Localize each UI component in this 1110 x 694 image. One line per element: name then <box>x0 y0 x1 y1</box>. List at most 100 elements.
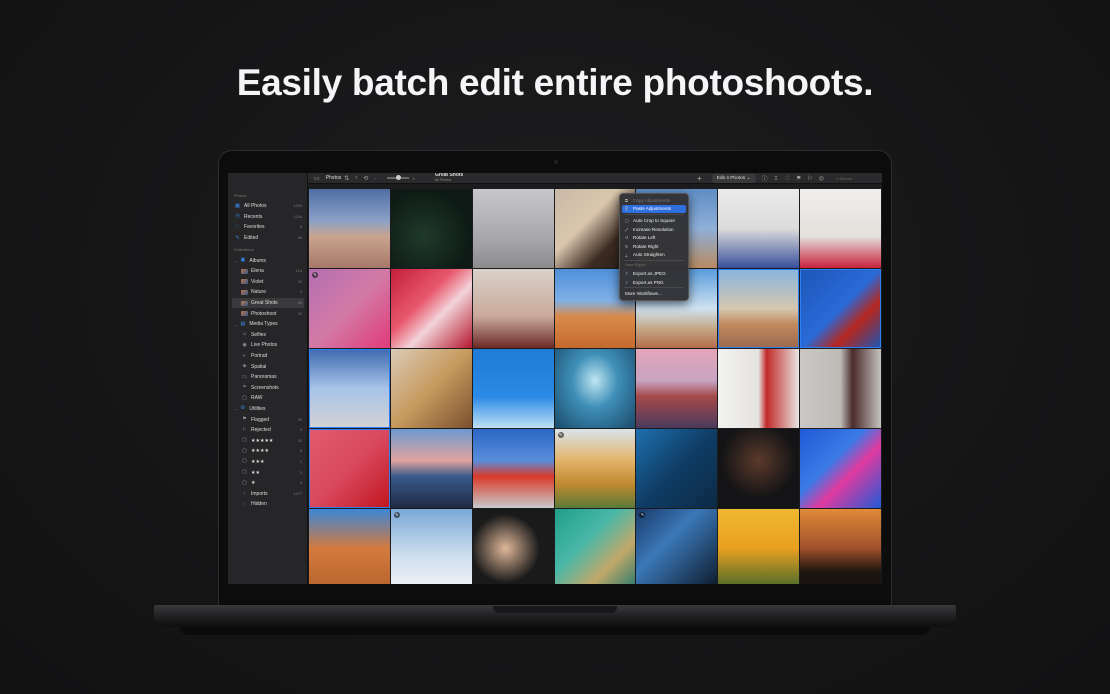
library-icon[interactable]: ▭ <box>314 175 320 182</box>
menu-item-export-as-jpeg[interactable]: ⇪ Export as JPEG <box>622 269 686 278</box>
menu-item-rotate-right[interactable]: ↻ Rotate Right <box>622 242 686 251</box>
sidebar-album-violet[interactable]: Violet 26 <box>232 277 304 288</box>
reject-flag-icon[interactable]: ⚐ <box>807 175 812 182</box>
albums-group[interactable]: ⌄ ▣ Albums <box>232 255 304 266</box>
photo-thumbnail[interactable] <box>800 509 881 584</box>
edit-photos-button[interactable]: Edit 4 Photos ⌄ <box>711 173 756 183</box>
menu-item-more-workflows[interactable]: More Workflows... <box>622 289 686 298</box>
photo-thumbnail[interactable] <box>472 269 554 348</box>
photo-thumbnail[interactable] <box>718 509 800 584</box>
filter-icon[interactable]: ◎ <box>819 175 824 182</box>
screen: Photos ▦ All Photos 1250 ◷ Recents 1246 ♡ Favori… <box>228 173 882 584</box>
zoom-slider[interactable] <box>386 175 409 181</box>
photo-thumbnail[interactable] <box>554 349 636 428</box>
sidebar-utility-item[interactable]: ⚐ Rejected 9 <box>232 425 304 436</box>
photo-thumbnail[interactable] <box>309 189 390 268</box>
photo-thumbnail[interactable] <box>472 509 554 584</box>
sidebar-item-all-photos[interactable]: ▦ All Photos 1250 <box>232 201 304 212</box>
photo-thumbnail[interactable] <box>309 509 390 584</box>
photo-thumbnail[interactable] <box>390 349 472 428</box>
utilities-group[interactable]: ⌄ ⚙ Utilities <box>232 404 304 415</box>
back-icon[interactable]: ‹ <box>355 175 357 181</box>
sidebar-utility-item[interactable]: ◌ Hidden <box>232 499 304 510</box>
flag-icon[interactable]: ⚑ <box>796 175 801 182</box>
sidebar-media-raw[interactable]: ▢ RAW <box>232 393 304 404</box>
photo-thumbnail[interactable] <box>718 429 800 508</box>
photo-thumbnail[interactable] <box>800 189 881 268</box>
sort-icon[interactable]: ⇅ <box>344 175 349 182</box>
menu-separator <box>624 260 684 262</box>
photo-thumbnail[interactable] <box>472 349 554 428</box>
menu-item-paste-adjustments[interactable]: ⎘ Paste Adjustments <box>622 204 686 214</box>
library-label[interactable]: Photos <box>326 175 342 181</box>
info-icon[interactable]: ⓘ <box>762 174 768 183</box>
zoom-out-icon[interactable]: − <box>374 176 376 181</box>
sidebar-utility-item[interactable]: ▢ ★★★★★ 31 <box>232 435 304 446</box>
search-field[interactable]: ⌕ Search <box>836 176 876 181</box>
menu-separator <box>624 287 684 289</box>
zoom-slider-knob[interactable] <box>395 175 401 181</box>
photo-thumbnail[interactable] <box>800 269 881 348</box>
sidebar-item-count: 9 <box>299 428 302 433</box>
auto-straighten-icon: ⟂ <box>625 252 628 258</box>
media-types-group[interactable]: ⌄ ▤ Media Types <box>232 319 304 330</box>
sidebar-media-portrait[interactable]: ◐ Portrait <box>232 351 304 362</box>
sidebar-item-edited[interactable]: ✎ Edited 48 <box>232 233 304 244</box>
edited-badge-icon: ✎ <box>312 272 318 278</box>
photo-thumbnail[interactable]: ✎ <box>309 269 390 348</box>
photo-thumbnail[interactable] <box>472 189 554 268</box>
sidebar-media-screenshots[interactable]: ⌗ Screenshots <box>232 383 304 394</box>
camera <box>554 160 558 164</box>
photo-thumbnail[interactable] <box>309 429 390 508</box>
photo-thumbnail[interactable] <box>390 189 472 268</box>
share-icon[interactable]: ⇪ <box>774 175 779 182</box>
rotate-icon[interactable]: ⟲ <box>363 175 368 182</box>
sidebar-album-nature[interactable]: Nature 9 <box>232 287 304 298</box>
heart-icon[interactable]: ♡ <box>785 175 790 182</box>
menu-item-increase-resolution[interactable]: ⤢ Increase Resolution <box>622 225 686 234</box>
photo-thumbnail[interactable] <box>636 429 718 508</box>
add-icon[interactable]: + <box>697 174 702 183</box>
menu-item-rotate-left[interactable]: ↺ Rotate Left <box>622 233 686 242</box>
photo-thumbnail[interactable] <box>718 189 800 268</box>
sidebar-media-spatial[interactable]: ◈ Spatial <box>232 361 304 372</box>
sidebar-media-selfies[interactable]: ☺ Selfies <box>232 330 304 341</box>
photo-thumbnail[interactable]: ✎ <box>636 509 718 584</box>
sidebar-utility-item[interactable]: ▢ ★ 6 <box>232 478 304 489</box>
photo-thumbnail[interactable] <box>554 509 636 584</box>
menu-item-export-as-png[interactable]: ⇪ Export as PNG <box>622 278 686 287</box>
sidebar-media-panoramas[interactable]: ▭ Panoramas <box>232 372 304 383</box>
sidebar-item-recents[interactable]: ◷ Recents 1246 <box>232 212 304 223</box>
panoramas-icon: ▭ <box>242 373 247 380</box>
photo-thumbnail[interactable] <box>309 349 390 428</box>
sidebar-album-great-shots[interactable]: Great Shots 66 <box>232 297 304 309</box>
sidebar-utility-item[interactable]: ▢ ★★★★ 8 <box>232 446 304 457</box>
menu-item-auto-straighten[interactable]: ⟂ Auto Straighten <box>622 251 686 260</box>
photo-thumbnail[interactable] <box>390 269 472 348</box>
photo-thumbnail[interactable] <box>800 349 881 428</box>
sidebar-utility-item[interactable]: ⚑ Flagged 26 <box>232 414 304 425</box>
photo-thumbnail[interactable] <box>390 429 472 508</box>
photo-thumbnail[interactable] <box>472 429 554 508</box>
sidebar-media-live-photos[interactable]: ◉ Live Photos <box>232 340 304 351</box>
menu-item-auto-crop-to-square[interactable]: ▢ Auto Crop to Square <box>622 216 686 225</box>
sidebar-item-favorites[interactable]: ♡ Favorites 8 <box>232 222 304 233</box>
sidebar-album-elena[interactable]: Elena 124 <box>232 266 304 277</box>
photo-thumbnail[interactable] <box>718 269 800 348</box>
sidebar-album-photoshoot[interactable]: Photoshoot 32 <box>232 308 304 319</box>
toolbar-actions: + Edit 4 Photos ⌄ ⓘ ⇪ ♡ ⚑ ⚐ ◎ ⌕ Search <box>697 173 876 183</box>
sidebar-utility-item[interactable]: ▢ ★★ 3 <box>232 467 304 478</box>
photo-thumbnail[interactable] <box>636 349 718 428</box>
photo-thumbnail[interactable]: ✎ <box>390 509 472 584</box>
sidebar-utility-item[interactable]: ↓ Imports 1277 <box>232 488 304 499</box>
menu-section-header: Save Export <box>625 263 646 268</box>
photo-thumbnail[interactable] <box>718 349 800 428</box>
zoom-in-icon[interactable]: + <box>413 176 415 181</box>
utility-icon: ▢ <box>242 437 247 444</box>
sidebar-item-count: 26 <box>297 417 302 422</box>
sidebar-utility-item[interactable]: ▢ ★★★ 2 <box>232 457 304 468</box>
photo-thumbnail[interactable] <box>800 429 881 508</box>
photo-thumbnail[interactable]: ✎ <box>554 429 636 508</box>
edited-badge-icon: ✎ <box>557 432 564 438</box>
sidebar-item-label: Edited <box>244 235 259 242</box>
